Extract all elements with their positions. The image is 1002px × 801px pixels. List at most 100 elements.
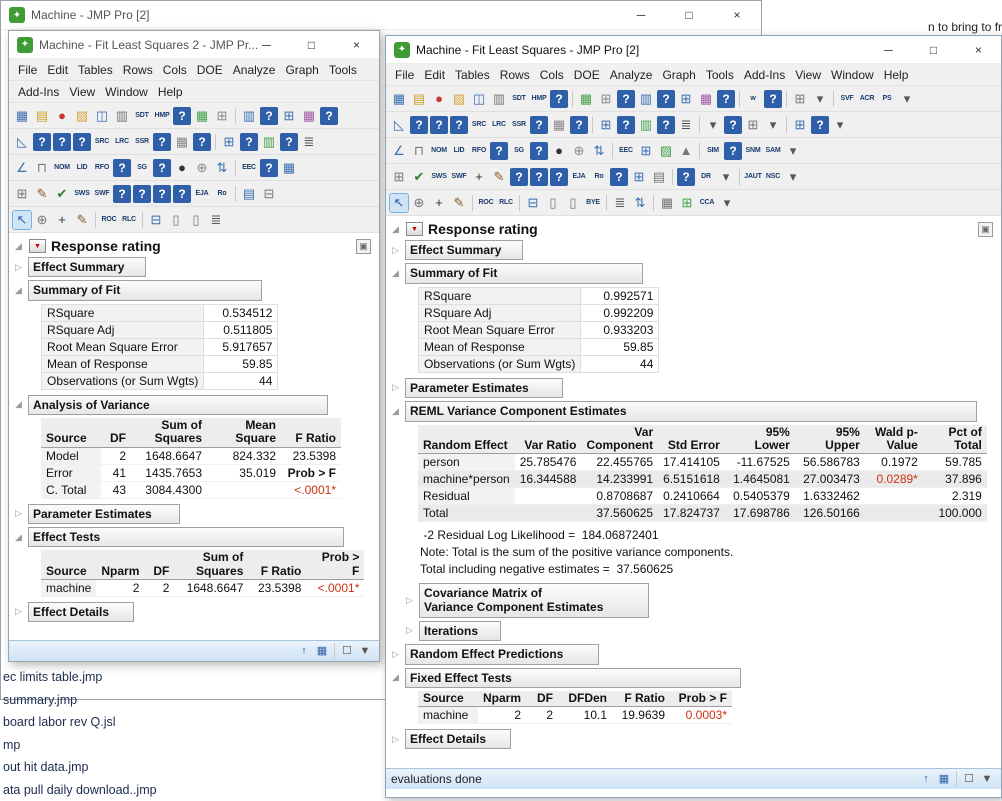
new-table-icon[interactable]: ▦ [390,90,408,108]
list-icon[interactable]: ≣ [300,133,318,151]
pencil-tool-icon[interactable]: ✎ [450,194,468,212]
menu-rows[interactable]: Rows [118,61,158,79]
menu-help[interactable]: Help [879,66,914,84]
checkbox-icon[interactable]: ☐ [961,771,977,787]
journal-icon[interactable]: ▥ [113,107,131,125]
pin-icon[interactable]: ▣ [978,222,993,237]
lid-icon[interactable]: LID [73,159,91,177]
rlc-icon[interactable]: RLC [497,194,515,212]
disclosure-open-icon[interactable]: ◢ [392,268,405,279]
minus-grid-icon[interactable]: ⊟ [260,185,278,203]
menu-view[interactable]: View [64,83,100,101]
addin-icon[interactable]: ? [657,116,675,134]
dropdown-icon[interactable]: ▾ [898,90,916,108]
matrix-icon[interactable]: ▦ [550,116,568,134]
section-header-summary-of-fit[interactable]: Summary of Fit [405,263,643,283]
journal-icon[interactable]: ▥ [490,90,508,108]
ps-icon[interactable]: PS [878,90,896,108]
distribution-icon[interactable]: ⊓ [410,142,428,160]
blob-icon[interactable]: ● [173,159,191,177]
roc-icon[interactable]: ROC [477,194,495,212]
svf-icon[interactable]: SVF [838,90,856,108]
ro-icon[interactable]: Ro [590,168,608,186]
new-table-icon[interactable]: ▦ [13,107,31,125]
addin-icon[interactable]: ? [530,116,548,134]
menu-help[interactable]: Help [153,83,188,101]
section-header-effect-summary[interactable]: Effect Summary [28,257,146,277]
dropdown-icon[interactable]: ▾ [717,168,735,186]
sim-icon[interactable]: SIM [704,142,722,160]
dropdown-icon[interactable]: ▾ [704,116,722,134]
section-header-covariance-matrix[interactable]: Covariance Matrix of Variance Component … [419,583,649,618]
disclosure-closed-icon[interactable]: ▷ [15,508,28,519]
addin-icon[interactable]: ? [724,116,742,134]
table-icon[interactable]: ▦ [280,159,298,177]
addin-icon[interactable]: ? [320,107,338,125]
menu-analyze[interactable]: Analyze [228,61,281,79]
addin-icon[interactable]: ? [113,159,131,177]
addin-icon[interactable]: ? [280,133,298,151]
bye-icon[interactable]: BYE [584,194,602,212]
column-icon[interactable]: ▯ [187,211,205,229]
menu-window[interactable]: Window [100,83,153,101]
dropdown-icon[interactable]: ▼ [979,771,995,787]
addin-icon[interactable]: ? [811,116,829,134]
table-icon[interactable]: ▨ [657,142,675,160]
sg-icon[interactable]: SG [510,142,528,160]
addin-icon[interactable]: ? [617,90,635,108]
section-header-effect-details[interactable]: Effect Details [28,602,134,622]
src-icon[interactable]: SRC [470,116,488,134]
sdt-icon[interactable]: SDT [510,90,528,108]
sws-icon[interactable]: SWS [430,168,448,186]
check-icon[interactable]: ✔ [53,185,71,203]
table-icon[interactable]: ▦ [193,107,211,125]
lrc-icon[interactable]: LRC [113,133,131,151]
menu-window[interactable]: Window [826,66,879,84]
disclosure-open-icon[interactable]: ◢ [15,532,28,543]
disclosure-open-icon[interactable]: ◢ [392,672,405,683]
addin-icon[interactable]: ? [530,168,548,186]
nom-icon[interactable]: NOM [430,142,448,160]
dropdown-icon[interactable]: ▾ [784,142,802,160]
dropdown-icon[interactable]: ▾ [811,90,829,108]
script-icon[interactable]: ● [430,90,448,108]
main-title-bar[interactable]: ✦ Machine - JMP Pro [2] ─ □ × [1,1,761,30]
save-icon[interactable]: ◫ [470,90,488,108]
menu-add-ins[interactable]: Add-Ins [13,83,64,101]
columns-icon[interactable]: ⊟ [524,194,542,212]
swf-icon[interactable]: SWF [93,185,111,203]
menu-file[interactable]: File [13,61,42,79]
addin-icon[interactable]: ? [764,90,782,108]
grid-icon[interactable]: ⊞ [220,133,238,151]
close-button[interactable]: × [334,31,379,58]
grid-icon[interactable]: ⊞ [213,107,231,125]
addin-icon[interactable]: ? [260,159,278,177]
grid-icon[interactable]: ⊞ [630,168,648,186]
ssr-icon[interactable]: SSR [133,133,151,151]
arrow-tool-icon[interactable]: ↖ [13,211,31,229]
file-item-out-hit-data-jmp[interactable]: out hit data.jmp [3,756,157,779]
folder-icon[interactable]: ▨ [73,107,91,125]
disclosure-closed-icon[interactable]: ▷ [392,382,405,393]
sam-icon[interactable]: SAM [764,142,782,160]
snm-icon[interactable]: SNM [744,142,762,160]
addin-icon[interactable]: ? [530,142,548,160]
pin-icon[interactable]: ▣ [356,239,371,254]
acr-icon[interactable]: ACR [858,90,876,108]
fit-plot-icon[interactable]: ◺ [390,116,408,134]
addin-icon[interactable]: ? [490,142,508,160]
matrix-icon[interactable]: ▦ [173,133,191,151]
grid-icon[interactable]: ⊞ [597,116,615,134]
disclosure-closed-icon[interactable]: ▷ [392,245,405,256]
addin-icon[interactable]: ? [410,116,428,134]
menu-add-ins[interactable]: Add-Ins [739,66,790,84]
column-icon[interactable]: ▯ [544,194,562,212]
addin-icon[interactable]: ? [510,168,528,186]
columns-icon[interactable]: ⊟ [147,211,165,229]
graph-icon[interactable]: ∠ [13,159,31,177]
lid-icon[interactable]: LID [450,142,468,160]
menu-rows[interactable]: Rows [495,66,535,84]
menu-graph[interactable]: Graph [657,66,700,84]
dr-icon[interactable]: DR [697,168,715,186]
menu-view[interactable]: View [790,66,826,84]
